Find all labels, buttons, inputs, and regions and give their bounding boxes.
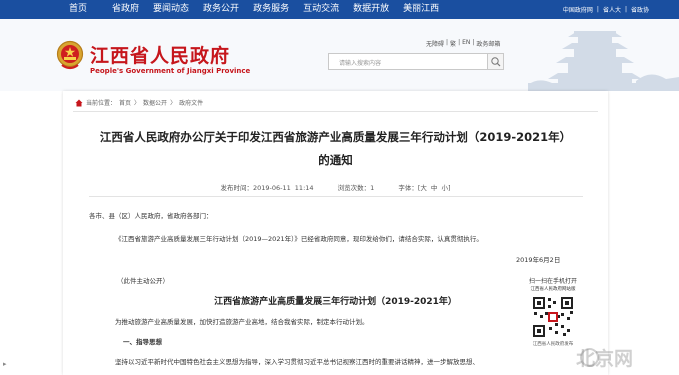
site-header: 江西省人民政府 People's Government of Jiangxi P…: [0, 19, 679, 91]
nav-item-open-data[interactable]: 数据开放: [346, 0, 396, 19]
section-heading: 一、指导思想: [123, 338, 162, 346]
link-china-gov[interactable]: 中国政府网: [563, 5, 593, 14]
article-title-cont: 的通知: [318, 153, 353, 167]
watermark: 北京网: [576, 348, 634, 370]
breadcrumb-separator: 〉: [170, 100, 177, 107]
publish-time: 发布时间：2019-06-11 11:14: [220, 184, 314, 192]
breadcrumb: 当前位置： 首页 〉 数据公开 〉 政府文件: [75, 98, 203, 107]
qr-code-panel: 扫一扫在手机打开 江西省人民政府网站版 江西省人民政府发布: [522, 276, 584, 347]
nav-item-interaction[interactable]: 互动交流: [296, 0, 346, 19]
search-input[interactable]: 请输入搜索内容: [328, 53, 488, 70]
gov-mailbox-link[interactable]: 政务邮箱: [476, 39, 500, 48]
article-meta: 发布时间：2019-06-11 11:14 浏览次数：1 字体：[大 中 小]: [63, 182, 608, 192]
home-icon: [75, 99, 83, 106]
qr-code-icon: [531, 295, 575, 339]
traditional-chinese-link[interactable]: 繁: [450, 39, 456, 48]
breadcrumb-gov-docs[interactable]: 政府文件: [179, 98, 203, 107]
nav-item-gov-services[interactable]: 政务服务: [246, 0, 296, 19]
top-links: 中国政府网 | 省人大 | 省政协: [563, 0, 649, 19]
top-nav-items: 首页 省政府 要闻动态 政务公开 政务服务 互动交流 数据开放 美丽江西: [62, 0, 446, 19]
separator: |: [472, 39, 475, 46]
nav-item-beautiful-jiangxi[interactable]: 美丽江西: [396, 0, 446, 19]
site-title: 江西省人民政府: [90, 45, 231, 67]
view-count: 浏览次数：1: [337, 184, 375, 192]
pavilion-illustration: [528, 31, 679, 91]
site-subtitle: People's Government of Jiangxi Province: [90, 67, 251, 75]
search-icon: [491, 57, 501, 67]
separator: |: [458, 39, 461, 46]
breadcrumb-label: 当前位置：: [86, 100, 117, 107]
english-link[interactable]: EN: [462, 39, 470, 48]
qr-title: 扫一扫在手机打开: [528, 278, 577, 285]
breadcrumb-separator: 〉: [134, 100, 141, 107]
body-paragraph: 《江西省旅游产业高质量发展三年行动计划（2019—2021年）》已经省政府同意，…: [115, 235, 483, 243]
national-emblem-icon: [56, 40, 84, 70]
qr-subtitle: 江西省人民政府网站版: [530, 287, 576, 292]
nav-item-home[interactable]: 首页: [62, 0, 105, 19]
public-note: （此件主动公开）: [117, 277, 169, 285]
nav-item-news[interactable]: 要闻动态: [146, 0, 196, 19]
body-paragraph: 为推动旅游产业高质量发展，加快打造旅游产业高地，结合我省实际，制定本行动计划。: [115, 318, 369, 326]
nav-item-province-gov[interactable]: 省政府: [105, 0, 146, 19]
breadcrumb-home[interactable]: 首页: [119, 98, 131, 107]
nav-item-gov-affairs[interactable]: 政务公开: [196, 0, 246, 19]
link-provincial-congress[interactable]: 省人大: [603, 5, 621, 14]
issue-date: 2019年6月2日: [516, 256, 561, 264]
link-cppcc[interactable]: 省政协: [631, 5, 649, 14]
divider: [73, 111, 598, 112]
scroll-left-arrow-icon[interactable]: ▸: [3, 360, 7, 368]
font-size-control[interactable]: 字体：[大 中 小]: [398, 184, 450, 192]
separator: |: [596, 6, 599, 13]
qr-caption: 江西省人民政府发布: [532, 342, 574, 347]
salutation-text: 各市、县（区）人民政府，省政府各部门：: [89, 212, 213, 220]
header-tools: 无障碍 | 繁 | EN | 政务邮箱: [426, 39, 500, 48]
article-title: 江西省人民政府办公厅关于印发江西省旅游产业高质量发展三年行动计划（2019-20…: [99, 130, 572, 144]
accessibility-link[interactable]: 无障碍: [426, 39, 444, 48]
separator: |: [446, 39, 449, 46]
body-paragraph: 坚持以习近平新时代中国特色社会主义思想为指导，深入学习贯彻习近平总书记视察江西时…: [115, 358, 479, 366]
search-button[interactable]: [488, 53, 504, 70]
divider: [89, 196, 583, 197]
separator: |: [624, 6, 627, 13]
breadcrumb-data-open[interactable]: 数据公开: [143, 98, 167, 107]
top-navigation: 首页 省政府 要闻动态 政务公开 政务服务 互动交流 数据开放 美丽江西 中国政…: [0, 0, 679, 19]
